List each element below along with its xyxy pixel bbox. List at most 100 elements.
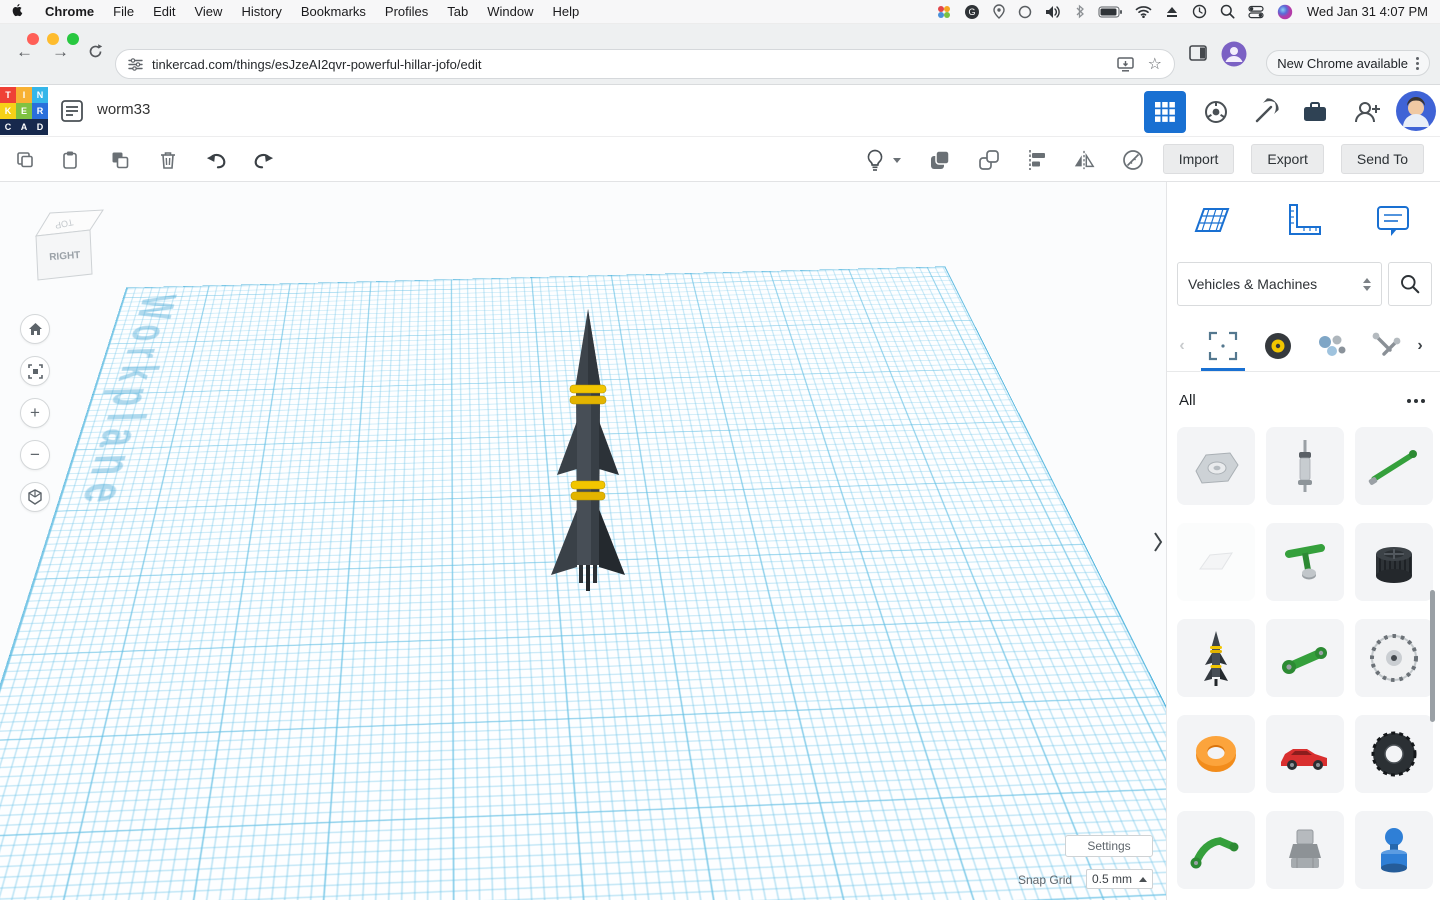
category-selection-box-icon[interactable]: [1201, 326, 1245, 366]
panel-collapse-icon[interactable]: [1150, 522, 1166, 562]
export-button[interactable]: Export: [1251, 144, 1323, 174]
ruler-tool-icon[interactable]: [1280, 198, 1326, 244]
control-center-icon[interactable]: [1248, 5, 1264, 19]
send-to-button[interactable]: Send To: [1341, 144, 1424, 174]
part-hex-plate[interactable]: [1177, 427, 1255, 505]
launcher-icon[interactable]: [937, 5, 951, 19]
bluetooth-icon[interactable]: [1075, 4, 1085, 19]
shape-search-button[interactable]: [1388, 262, 1432, 306]
menu-edit[interactable]: Edit: [153, 4, 175, 19]
apple-menu-icon[interactable]: [12, 4, 26, 20]
notes-tool-icon[interactable]: [1370, 198, 1416, 244]
part-plunger[interactable]: [1355, 811, 1433, 889]
tinker-dial-icon[interactable]: [1195, 91, 1237, 133]
bookmark-star-icon[interactable]: ☆: [1148, 54, 1162, 74]
lightbulb-dropdown-icon[interactable]: [891, 149, 903, 171]
document-title[interactable]: worm33: [97, 101, 150, 118]
part-coupler[interactable]: [1266, 811, 1344, 889]
user-avatar[interactable]: [1396, 91, 1436, 131]
part-ring[interactable]: [1177, 715, 1255, 793]
spotlight-icon[interactable]: [1220, 4, 1235, 19]
part-crank-arm[interactable]: [1266, 619, 1344, 697]
category-screws-icon[interactable]: [1364, 326, 1408, 366]
menu-view[interactable]: View: [194, 4, 222, 19]
group-icon[interactable]: [929, 149, 951, 171]
mirror-icon[interactable]: [1073, 149, 1095, 171]
location-icon[interactable]: [993, 4, 1005, 19]
briefcase-icon[interactable]: [1294, 91, 1336, 133]
menu-window[interactable]: Window: [487, 4, 533, 19]
duplicate-icon[interactable]: [109, 149, 131, 171]
category-tires-icon[interactable]: [1256, 326, 1300, 366]
part-valve-handle[interactable]: [1266, 523, 1344, 601]
volume-icon[interactable]: [1045, 5, 1062, 19]
pickaxe-icon[interactable]: [1245, 91, 1287, 133]
reload-button[interactable]: [87, 43, 104, 60]
url-bar[interactable]: tinkercad.com/things/esJzeAI2qvr-powerfu…: [115, 49, 1175, 79]
menu-bookmarks[interactable]: Bookmarks: [301, 4, 366, 19]
menubar-clock[interactable]: Wed Jan 31 4:07 PM: [1307, 4, 1428, 19]
site-settings-icon[interactable]: [128, 57, 143, 72]
install-app-icon[interactable]: [1117, 57, 1134, 72]
more-options-icon[interactable]: [1407, 399, 1425, 403]
zoom-in-button[interactable]: +: [20, 398, 50, 428]
time-machine-icon[interactable]: [1192, 4, 1207, 19]
import-button[interactable]: Import: [1163, 144, 1235, 174]
dashboard-grid-icon[interactable]: [1144, 91, 1186, 133]
menu-tab[interactable]: Tab: [447, 4, 468, 19]
part-shock-absorber[interactable]: [1266, 427, 1344, 505]
forward-button[interactable]: →: [52, 42, 69, 62]
fit-view-button[interactable]: [20, 356, 50, 386]
carousel-next-icon[interactable]: ›: [1407, 326, 1433, 366]
carousel-prev-icon[interactable]: ‹: [1169, 326, 1195, 366]
align-icon[interactable]: [1026, 149, 1048, 171]
settings-button[interactable]: Settings: [1065, 835, 1153, 857]
part-tire[interactable]: [1355, 715, 1433, 793]
copy-icon[interactable]: [14, 149, 36, 171]
url-text[interactable]: tinkercad.com/things/esJzeAI2qvr-powerfu…: [152, 57, 481, 72]
menu-chrome[interactable]: Chrome: [45, 4, 94, 19]
add-user-icon[interactable]: [1346, 91, 1388, 133]
menu-profiles[interactable]: Profiles: [385, 4, 428, 19]
record-icon[interactable]: [1018, 5, 1032, 19]
workplane-tool-icon[interactable]: [1188, 198, 1234, 244]
part-bent-lever[interactable]: [1177, 811, 1255, 889]
siri-icon[interactable]: [1277, 4, 1293, 20]
measure-icon[interactable]: [1122, 149, 1144, 171]
menu-file[interactable]: File: [113, 4, 134, 19]
back-button[interactable]: ←: [16, 42, 33, 62]
redo-icon[interactable]: [252, 149, 274, 171]
part-white-panel[interactable]: [1177, 523, 1255, 601]
lightbulb-icon[interactable]: [864, 149, 886, 171]
delete-icon[interactable]: [157, 149, 179, 171]
chip-menu-icon[interactable]: [1416, 57, 1419, 70]
category-hardware-icon[interactable]: [1310, 326, 1354, 366]
paste-icon[interactable]: [59, 149, 81, 171]
eject-icon[interactable]: [1165, 5, 1179, 18]
zoom-out-button[interactable]: −: [20, 440, 50, 470]
part-wheel[interactable]: [1355, 619, 1433, 697]
rocket-model[interactable]: [545, 303, 631, 595]
chrome-update-chip[interactable]: New Chrome available: [1266, 50, 1430, 76]
snap-grid-select[interactable]: 0.5 mm: [1086, 869, 1153, 889]
wifi-icon[interactable]: [1135, 5, 1152, 18]
part-axle-rod[interactable]: [1355, 427, 1433, 505]
part-car[interactable]: [1266, 715, 1344, 793]
browser-profile-avatar[interactable]: [1221, 41, 1247, 67]
menu-history[interactable]: History: [241, 4, 281, 19]
tinkercad-logo[interactable]: TIN KER CAD: [0, 87, 48, 135]
design-menu-icon[interactable]: [60, 99, 84, 123]
panel-scrollbar[interactable]: [1430, 590, 1435, 722]
perspective-toggle-button[interactable]: [20, 482, 50, 512]
ungroup-icon[interactable]: [978, 149, 1000, 171]
menu-help[interactable]: Help: [553, 4, 580, 19]
part-knurled-wheel[interactable]: [1355, 523, 1433, 601]
category-select[interactable]: Vehicles & Machines: [1177, 262, 1382, 306]
part-rocket[interactable]: [1177, 619, 1255, 697]
home-view-button[interactable]: [20, 314, 50, 344]
google-account-icon[interactable]: G: [964, 4, 980, 20]
side-panel-icon[interactable]: [1189, 45, 1207, 61]
undo-icon[interactable]: [206, 149, 228, 171]
view-cube[interactable]: TOP RIGHT: [26, 202, 108, 288]
viewport-3d[interactable]: Workplane TOP RIGHT + −: [0, 182, 1166, 900]
